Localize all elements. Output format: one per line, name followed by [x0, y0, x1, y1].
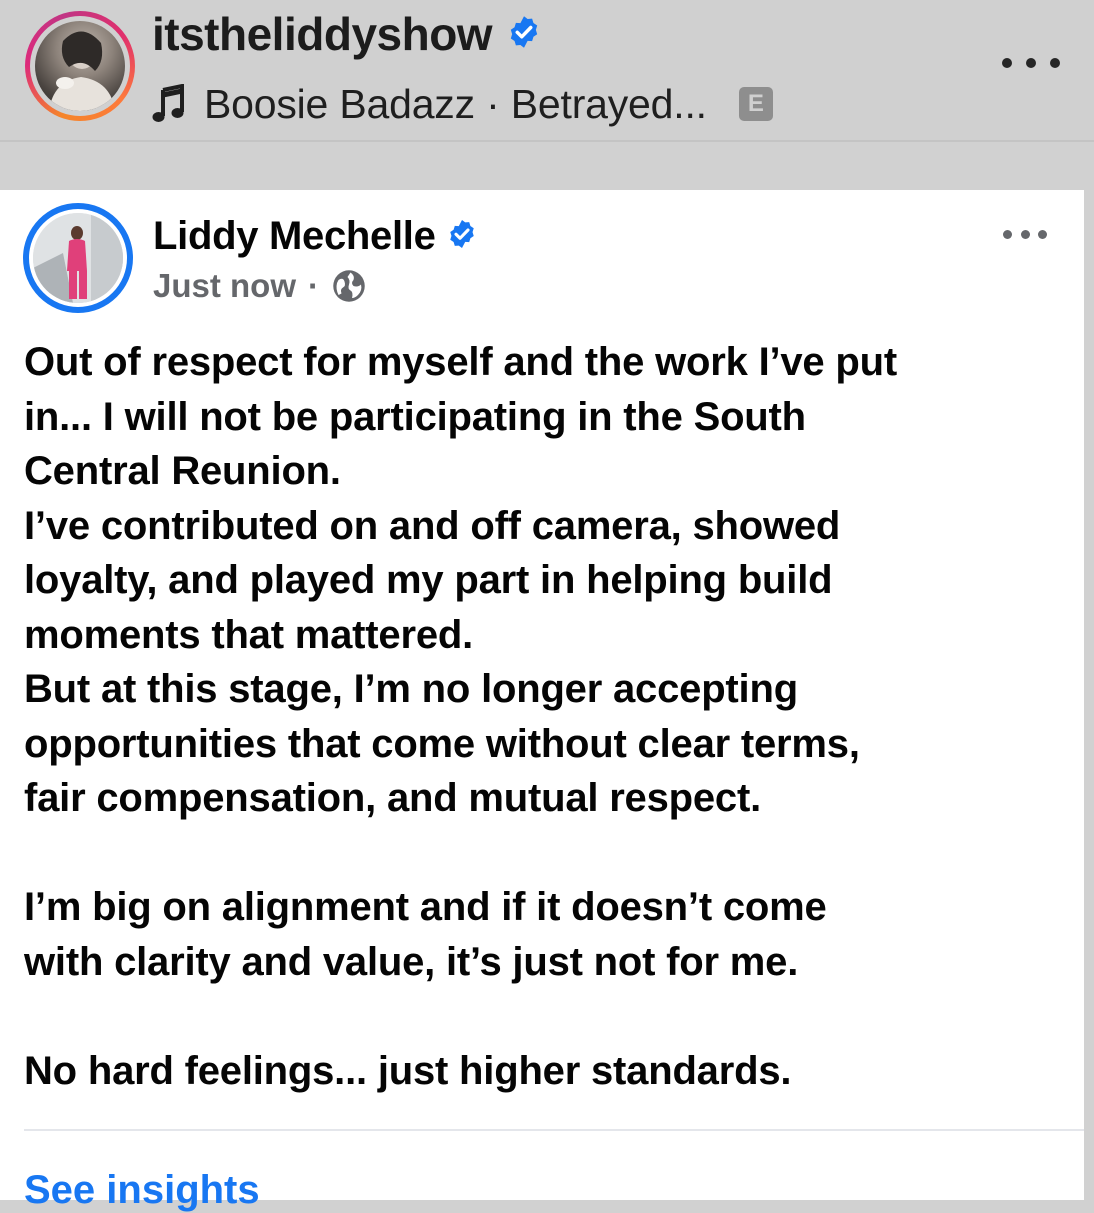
avatar-portrait-icon	[33, 213, 123, 303]
meta-separator: ·	[308, 267, 320, 304]
explicit-badge: E	[738, 87, 773, 121]
body-line: Out of respect for myself and the work I…	[24, 340, 897, 384]
globe-icon[interactable]	[331, 268, 367, 304]
story-avatar[interactable]	[25, 11, 135, 121]
music-track: Betrayed...	[510, 80, 707, 127]
instagram-post-header: itstheliddyshow Boosie Badazz · Betrayed…	[0, 0, 1094, 140]
post-body: Out of respect for myself and the work I…	[24, 335, 1064, 1098]
more-options-icon[interactable]	[1002, 52, 1060, 74]
avatar-ring-gap	[30, 16, 130, 116]
music-separator: ·	[474, 80, 511, 127]
body-line: But at this stage, I’m no longer accepti…	[24, 667, 798, 711]
music-note-icon	[152, 84, 184, 122]
music-artist: Boosie Badazz	[204, 80, 475, 127]
body-line: moments that mattered.	[24, 612, 474, 657]
author-avatar[interactable]	[23, 203, 133, 313]
footer-divider	[24, 1129, 1084, 1131]
avatar-ring-gap	[29, 209, 127, 307]
body-line: No hard feelings... just higher standard…	[24, 1048, 792, 1093]
avatar-photo	[33, 213, 123, 303]
instagram-username[interactable]: itstheliddyshow	[152, 7, 493, 61]
username-row: itstheliddyshow	[152, 2, 542, 66]
verified-badge-icon	[506, 14, 542, 55]
body-line: opportunities that come without clear te…	[24, 721, 860, 766]
more-options-icon[interactable]	[1003, 228, 1047, 240]
body-line: loyalty, and played my part in helping b…	[24, 558, 833, 602]
facebook-post-card: Liddy Mechelle Just now · Out of respect…	[0, 190, 1084, 1212]
see-insights-link[interactable]: See insights	[24, 1168, 260, 1213]
avatar-photo	[35, 21, 125, 111]
body-line: in... I will not be participating in the…	[24, 394, 806, 439]
music-attribution[interactable]: Boosie Badazz · Betrayed... E	[152, 74, 773, 134]
author-row: Liddy Mechelle	[153, 208, 478, 264]
author-name[interactable]: Liddy Mechelle	[153, 214, 436, 259]
body-line: with clarity and value, it’s just not fo…	[24, 939, 799, 984]
avatar-portrait-icon	[49, 31, 115, 111]
post-meta: Just now ·	[153, 262, 367, 310]
body-line: Central Reunion.	[24, 449, 341, 493]
verified-badge-icon	[446, 218, 478, 255]
post-timestamp[interactable]: Just now	[153, 267, 296, 305]
body-line: I’m big on alignment and if it doesn’t c…	[24, 885, 827, 929]
body-line: fair compensation, and mutual respect.	[24, 776, 762, 820]
header-divider	[0, 140, 1094, 142]
body-line: I’ve contributed on and off camera, show…	[24, 503, 841, 548]
